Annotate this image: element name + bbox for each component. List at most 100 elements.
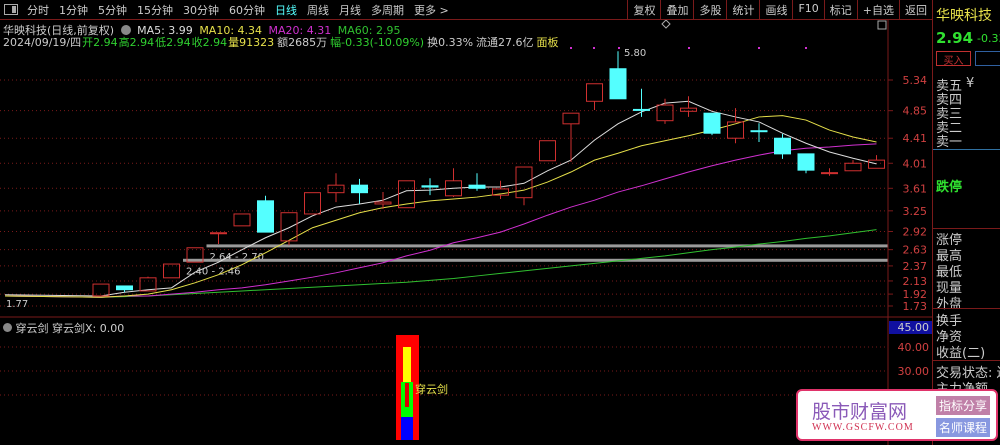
low-price-marker: 1.77 <box>6 299 28 310</box>
toolbar-button-4[interactable]: 画线 <box>759 0 792 20</box>
candle[interactable] <box>633 88 650 117</box>
tab-period-10[interactable]: 更多 > <box>409 2 454 18</box>
toolbar-button-1[interactable]: 叠加 <box>660 0 693 20</box>
candle[interactable] <box>257 195 274 233</box>
tab-period-5[interactable]: 60分钟 <box>224 2 270 18</box>
indicator-title: 穿云剑 <box>15 322 49 335</box>
tab-period-8[interactable]: 月线 <box>334 2 366 18</box>
candle[interactable] <box>468 173 486 191</box>
price-tick-label: 3.61 <box>903 182 928 195</box>
indicator-menu-icon[interactable] <box>3 323 12 332</box>
toolbar-button-5[interactable]: F10 <box>792 0 823 20</box>
high: 高2.94 <box>118 36 155 49</box>
candle[interactable] <box>868 155 885 169</box>
candle-body <box>116 285 133 291</box>
ad-tag-course[interactable]: 名师课程 <box>936 418 991 437</box>
tab-period-2[interactable]: 5分钟 <box>93 2 132 18</box>
tab-period-4[interactable]: 30分钟 <box>178 2 224 18</box>
layout-toggle-icon[interactable] <box>4 4 18 15</box>
price-tick-label: 3.25 <box>903 205 928 218</box>
toolbar-button-8[interactable]: 返回 <box>899 0 932 20</box>
candle-body <box>374 201 392 205</box>
candle-body <box>586 83 603 102</box>
indicator-tick-label: 30.00 <box>898 365 930 378</box>
signal-dot <box>618 47 620 49</box>
candle-body <box>163 263 180 279</box>
date: 2024/09/19/四 <box>3 36 82 49</box>
low: 低2.94 <box>155 36 191 49</box>
candle[interactable] <box>586 83 603 111</box>
candle-body <box>515 166 533 199</box>
candle-body <box>774 137 791 155</box>
price-tick-label: 1.73 <box>903 300 928 313</box>
candle[interactable] <box>515 166 533 206</box>
indicator-tick-label: 45.00 <box>898 321 930 334</box>
signal-label: 穿云剑 <box>415 383 448 396</box>
tab-period-9[interactable]: 多周期 <box>366 2 409 18</box>
candle[interactable] <box>233 213 251 227</box>
candle[interactable] <box>327 173 345 203</box>
toolbar-button-6[interactable]: 标记 <box>823 0 857 20</box>
tab-period-1[interactable]: 1分钟 <box>54 2 93 18</box>
candle[interactable] <box>797 153 815 174</box>
amount: 额2685万 <box>277 36 328 49</box>
candle-body <box>680 107 697 112</box>
price-tick-label: 4.41 <box>903 132 928 145</box>
candle[interactable] <box>821 168 838 176</box>
candle[interactable] <box>210 232 227 245</box>
watermark-ad[interactable]: 股市财富网 WWW.GSCFW.COM 指标分享 名师课程 <box>796 389 998 441</box>
signal-dot <box>688 47 690 49</box>
kline-chart[interactable]: 2.64 - 2.702.40 - 2.465.344.854.414.013.… <box>0 0 1000 445</box>
candle[interactable] <box>492 180 509 199</box>
tab-period-0[interactable]: 分时 <box>22 2 54 18</box>
candle-body <box>844 162 862 172</box>
ma20-line <box>4 143 877 298</box>
candle-body <box>468 184 486 189</box>
price-tick-label: 2.37 <box>903 260 928 273</box>
draw-diamond-icon[interactable] <box>661 19 671 29</box>
candle-body <box>609 68 627 100</box>
candle-body <box>797 153 815 171</box>
tab-period-3[interactable]: 15分钟 <box>132 2 178 18</box>
buy-button[interactable]: 买入 <box>936 51 971 67</box>
quote-info-line: 2024/09/19/四开2.94高2.94低2.94收2.94量91323 额2… <box>3 34 562 50</box>
price-tick-label: 4.01 <box>903 157 928 170</box>
candle[interactable] <box>445 168 462 198</box>
candle[interactable] <box>562 112 580 163</box>
support-band-line <box>183 258 888 262</box>
toolbar-button-7[interactable]: +自选 <box>856 0 899 20</box>
open: 开2.94 <box>82 36 118 49</box>
candle[interactable] <box>539 140 556 162</box>
candle[interactable] <box>421 178 439 196</box>
turnover: 换0.33% <box>427 36 474 49</box>
period-toolbar: 分时 1分钟 5分钟 15分钟 30分钟 60分钟 日线 周线 月线 多周期 更多 > 复权 叠加 多股… <box>0 0 932 20</box>
quote-panel: 华映科技 2.94 -0.33 买入 卖五卖四卖三卖二卖一 ¥ 跌停 涨停最高最… <box>932 0 1000 445</box>
candle-body <box>233 213 251 227</box>
candle[interactable] <box>680 96 697 117</box>
toolbar-button-0[interactable]: 复权 <box>627 0 660 20</box>
price-change: -0.33 <box>977 32 1000 45</box>
ad-tag-share[interactable]: 指标分享 <box>936 396 991 415</box>
candle[interactable] <box>351 178 368 204</box>
candle-body <box>633 108 650 111</box>
tab-period-7[interactable]: 周线 <box>302 2 334 18</box>
price-tick-label: 2.92 <box>903 225 928 238</box>
tab-period-6[interactable]: 日线 <box>270 2 302 18</box>
toolbar-button-2[interactable]: 多股 <box>693 0 726 20</box>
sell-button[interactable] <box>975 51 1000 66</box>
toolbar-button-3[interactable]: 统计 <box>726 0 759 20</box>
ma60-line <box>4 229 877 298</box>
candle[interactable] <box>163 263 180 279</box>
ma10-line <box>4 115 877 298</box>
window-toggle-icon[interactable] <box>877 20 887 30</box>
signal-bar-yellow <box>403 347 411 383</box>
candle[interactable] <box>844 160 862 172</box>
panel-link[interactable]: 面板 <box>537 36 559 49</box>
stock-name: 华映科技 <box>936 8 992 24</box>
stats2-label-2: 收益(二) <box>936 346 986 361</box>
candle[interactable] <box>703 112 721 136</box>
candle[interactable] <box>774 133 791 159</box>
candle[interactable] <box>750 123 768 142</box>
candle-body <box>327 184 345 194</box>
ad-title: 股市财富网 <box>812 401 908 423</box>
